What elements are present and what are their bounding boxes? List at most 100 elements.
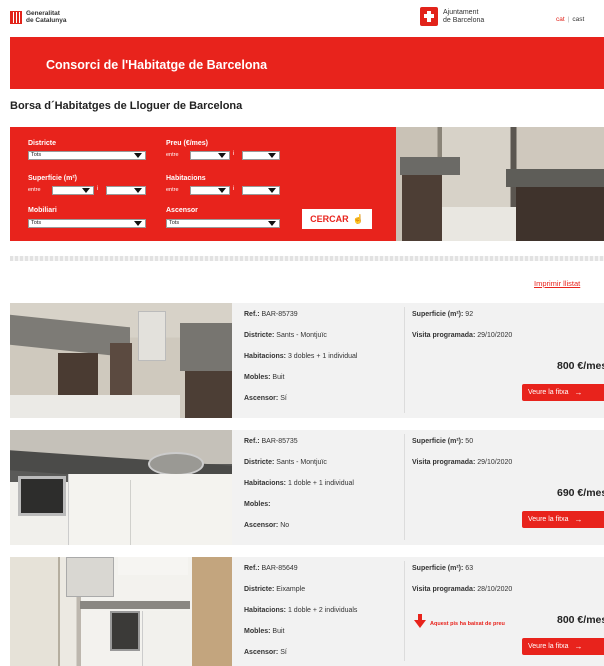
- info-separator: [404, 434, 405, 540]
- superficie-field-label: Superficie (m²):: [412, 438, 464, 445]
- ajuntament-line1: Ajuntament: [443, 8, 479, 16]
- section-divider: [10, 256, 604, 261]
- ascensor-field-label: Ascensor:: [244, 649, 279, 656]
- ascensor-field-label: Ascensor:: [244, 395, 279, 402]
- arrow-right-icon: →: [574, 515, 583, 524]
- generalitat-emblem-icon: [10, 10, 22, 24]
- print-list-link[interactable]: Imprimir llistat: [534, 279, 580, 288]
- superficie-min-select[interactable]: [52, 186, 94, 195]
- habitacions-value: 1 doble + 1 individual: [287, 480, 354, 487]
- search-button-label: CERCAR: [310, 214, 349, 224]
- visita-value: 28/10/2020: [477, 586, 513, 593]
- view-details-label: Veure la fitxa: [528, 643, 569, 650]
- ref-label: Ref.:: [244, 565, 260, 572]
- info-separator: [404, 561, 405, 661]
- listing-price: 800 €/mes: [557, 360, 604, 372]
- ascensor-value: Sí: [280, 395, 287, 402]
- listing-photo[interactable]: [10, 303, 232, 418]
- listing-info: Ref.: BAR-85739 Districte: Sants - Montj…: [232, 303, 604, 418]
- districte-select[interactable]: Tots: [28, 151, 146, 160]
- lang-separator: |: [567, 16, 570, 23]
- listing-photo[interactable]: [10, 557, 232, 666]
- ref-label: Ref.:: [244, 438, 260, 445]
- ascensor-field-label: Ascensor:: [244, 522, 279, 529]
- generalitat-line2: de Catalunya: [26, 17, 67, 24]
- habitacions-field-label: Habitacions:: [244, 480, 287, 487]
- habitacions-field-label: Habitacions:: [244, 353, 287, 360]
- superficie-value: 63: [465, 565, 474, 572]
- superficie-value: 92: [465, 311, 474, 318]
- preu-i-label: i: [233, 151, 235, 157]
- visita-field-label: Visita programada:: [412, 586, 476, 593]
- site-banner: Consorci de l'Habitatge de Barcelona: [10, 37, 604, 89]
- habitacions-value: 3 dobles + 1 individual: [287, 353, 358, 360]
- price-down-arrow-icon: [414, 614, 426, 628]
- ref-label: Ref.:: [244, 311, 260, 318]
- listing-price: 690 €/mes: [557, 487, 604, 499]
- visita-value: 29/10/2020: [477, 459, 513, 466]
- superficie-entre-label: entre: [28, 187, 41, 193]
- view-details-button[interactable]: Veure la fitxa →: [522, 638, 604, 655]
- mobles-field-label: Mobles:: [244, 628, 271, 635]
- pointer-hand-icon: ☝: [352, 213, 364, 224]
- ref-value: BAR-85735: [261, 438, 298, 445]
- preu-entre-label: entre: [166, 152, 179, 158]
- listing-card: Ref.: BAR-85649 Districte: Eixample Habi…: [10, 557, 604, 666]
- info-separator: [404, 307, 405, 413]
- ascensor-select[interactable]: Tots: [166, 219, 280, 228]
- view-details-button[interactable]: Veure la fitxa →: [522, 384, 604, 401]
- hero-kitchen-photo: [396, 127, 604, 241]
- habitacions-entre-label: entre: [166, 187, 179, 193]
- ajuntament-line2: de Barcelona: [443, 16, 485, 24]
- mobles-value: Buit: [272, 628, 285, 635]
- habitacions-max-select[interactable]: [242, 186, 280, 195]
- ajuntament-logo[interactable]: Ajuntament de Barcelona: [420, 7, 484, 26]
- language-switcher: cat | cast: [556, 16, 584, 23]
- visita-field-label: Visita programada:: [412, 332, 476, 339]
- districte-value: Sants - Montjuïc: [276, 459, 327, 466]
- superficie-label: Superfície (m²): [28, 175, 78, 182]
- page-title: Borsa d´Habitatges de Lloguer de Barcelo…: [10, 100, 243, 112]
- mobiliari-label: Mobiliari: [28, 207, 57, 214]
- superficie-value: 50: [465, 438, 474, 445]
- mobles-field-label: Mobles:: [244, 374, 271, 381]
- habitacions-min-select[interactable]: [190, 186, 230, 195]
- preu-label: Preu (€/mes): [166, 140, 209, 147]
- districte-value: Eixample: [276, 586, 306, 593]
- habitacions-value: 1 doble + 2 individuals: [287, 607, 358, 614]
- view-details-label: Veure la fitxa: [528, 389, 569, 396]
- superficie-max-select[interactable]: [106, 186, 146, 195]
- mobles-value: Buit: [272, 374, 285, 381]
- banner-title[interactable]: Consorci de l'Habitatge de Barcelona: [46, 58, 267, 72]
- mobles-field-label: Mobles:: [244, 501, 271, 508]
- lang-cast-link[interactable]: cast: [572, 16, 584, 23]
- habitacions-i-label: i: [233, 186, 235, 192]
- price-drop-notice: Aquest pis ha baixat de preu: [430, 621, 505, 627]
- arrow-right-icon: →: [574, 642, 583, 651]
- preu-max-select[interactable]: [242, 151, 280, 160]
- preu-min-select[interactable]: [190, 151, 230, 160]
- ref-value: BAR-85739: [261, 311, 298, 318]
- visita-value: 29/10/2020: [477, 332, 513, 339]
- view-details-label: Veure la fitxa: [528, 516, 569, 523]
- search-button[interactable]: CERCAR ☝: [302, 209, 372, 229]
- visita-field-label: Visita programada:: [412, 459, 476, 466]
- districte-field-label: Districte:: [244, 459, 275, 466]
- generalitat-line1: Generalitat: [26, 10, 60, 17]
- districte-value: Sants - Montjuïc: [276, 332, 327, 339]
- districte-field-label: Districte:: [244, 332, 275, 339]
- ascensor-value: No: [280, 522, 290, 529]
- superficie-field-label: Superficie (m²):: [412, 565, 464, 572]
- ref-value: BAR-85649: [261, 565, 298, 572]
- listing-info: Ref.: BAR-85735 Districte: Sants - Montj…: [232, 430, 604, 545]
- generalitat-logo[interactable]: Generalitat de Catalunya: [10, 10, 66, 24]
- listing-photo[interactable]: [10, 430, 232, 545]
- lang-cat-link[interactable]: cat: [556, 16, 565, 23]
- listing-card: Ref.: BAR-85735 Districte: Sants - Montj…: [10, 430, 604, 545]
- superficie-field-label: Superficie (m²):: [412, 311, 464, 318]
- view-details-button[interactable]: Veure la fitxa →: [522, 511, 604, 528]
- ascensor-value: Sí: [280, 649, 287, 656]
- mobiliari-select[interactable]: Tots: [28, 219, 146, 228]
- districte-label: Districte: [28, 140, 57, 147]
- top-logo-bar: Generalitat de Catalunya Ajuntament de B…: [0, 0, 604, 36]
